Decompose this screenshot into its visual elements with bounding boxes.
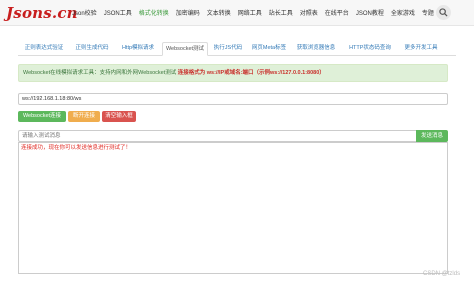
tab-regex-test[interactable]: 正则表达式验证 [20,42,68,56]
tab-regex-code[interactable]: 正则生成代码 [70,42,114,56]
clear-input-button[interactable]: 清空输入框 [102,111,136,122]
alert-text: Websocket在线模拟请求工具：支持内网和外网Websocket测试 [23,70,177,76]
nav-item-format-convert[interactable]: 格式化转换 [139,11,169,17]
watermark: CSDN @tzlds [423,271,461,277]
top-nav: Jsons.cn Json校验 JSON工具 格式化转换 加密编码 文本转换 网络工具 站长… [0,0,474,26]
alert-format-hint: 连接格式为 ws://IP或域名:端口（示例ws://127.0.0.1:808… [177,70,325,76]
nav-item-network-tools[interactable]: 网络工具 [238,11,262,17]
nav-item-online-platform[interactable]: 在线平台 [325,11,349,17]
tab-run-js[interactable]: 执行JS代码 [210,42,246,56]
nav-links: Json校验 JSON工具 格式化转换 加密编码 文本转换 网络工具 站长工具 对照表 在线平台… [72,8,441,17]
send-message-button[interactable]: 发送消息 [416,130,448,142]
disconnect-button[interactable]: 断开连接 [68,111,100,122]
output-log[interactable]: 连接成功，现在你可以发送信息进行测试了！ [18,142,448,274]
tab-browser-info[interactable]: 获取浏览器信息 [292,42,340,56]
nav-item-games[interactable]: 全家游戏 [391,11,415,17]
search-icon [439,8,448,17]
site-logo[interactable]: Jsons.cn [6,4,78,22]
log-line: 连接成功，现在你可以发送信息进行测试了！ [21,145,132,151]
tab-http-status[interactable]: HTTP状态码查询 [342,42,398,56]
nav-item-topics[interactable]: 专题 [422,11,434,17]
tool-tabs: 正则表达式验证 正则生成代码 Http模拟请求 Websocket测试 执行JS… [18,42,456,56]
nav-item-text-convert[interactable]: 文本转换 [207,11,231,17]
nav-item-json-check[interactable]: Json校验 [72,11,97,17]
connect-button[interactable]: Websocket连接 [18,111,66,122]
websocket-url-input[interactable] [18,93,448,105]
tab-http-request[interactable]: Http模拟请求 [116,42,160,56]
nav-item-json-tutorial[interactable]: JSON教程 [356,11,384,17]
tab-more-tools[interactable]: 更多开发工具 [400,42,442,56]
nav-item-json-tools[interactable]: JSON工具 [104,11,132,17]
search-button[interactable] [436,5,451,20]
info-alert: Websocket在线模拟请求工具：支持内网和外网Websocket测试 连接格… [18,64,448,82]
message-input[interactable] [18,130,416,142]
tab-meta-tags[interactable]: 网页Meta标签 [248,42,290,56]
nav-item-webmaster-tools[interactable]: 站长工具 [269,11,293,17]
nav-item-encrypt[interactable]: 加密编码 [176,11,200,17]
tab-websocket-test[interactable]: Websocket测试 [162,42,208,56]
nav-item-reference[interactable]: 对照表 [300,11,318,17]
